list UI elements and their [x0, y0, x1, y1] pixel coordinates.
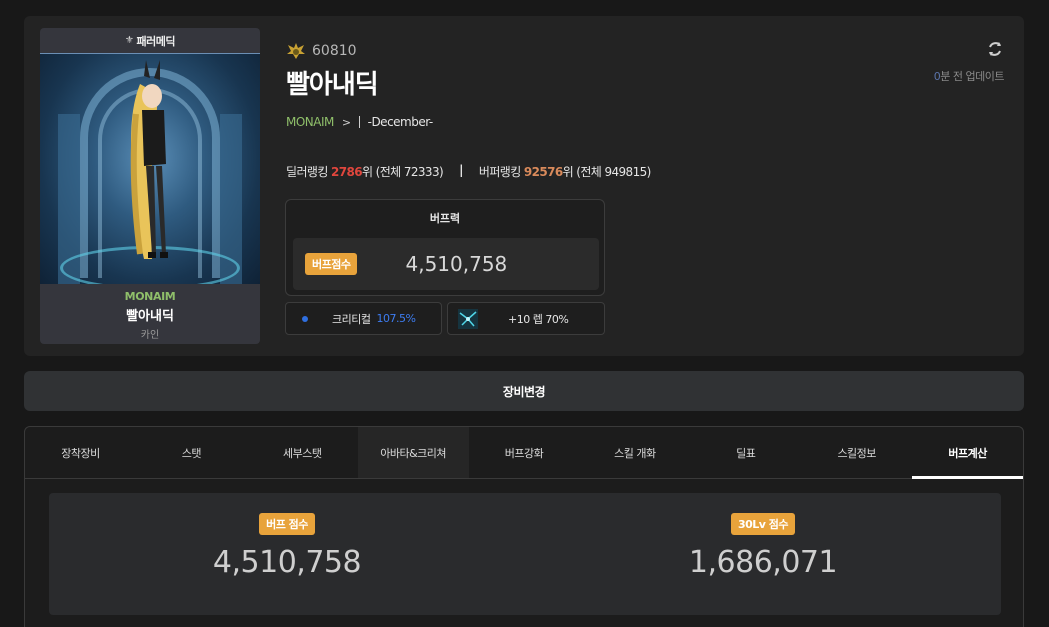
- character-badge-label: 패러메딕: [136, 34, 175, 48]
- buff-score-total: 4,510,758: [212, 545, 362, 580]
- dealer-ranking: 딜러랭킹 2786위 (전체 72333): [286, 163, 444, 180]
- crit-value: 107.5%: [376, 312, 416, 325]
- character-portrait: [40, 54, 260, 284]
- buff-score-badge: 버프점수: [305, 253, 358, 275]
- tab-buff-calc[interactable]: 버프계산: [912, 427, 1023, 479]
- last-updated-text: 분 전 업데이트: [940, 70, 1004, 83]
- buff-score-badge: 버프 점수: [259, 513, 315, 535]
- buffer-ranking: 버퍼랭킹 92576위 (전체 949815): [479, 163, 651, 180]
- ranking-divider: |: [459, 163, 463, 177]
- profile-card: ⚜ 패러메딕 MONAIM 빨아내딕 카인 60810 빨아내딕 MONAIM …: [24, 16, 1024, 356]
- character-info: 60810 빨아내딕 MONAIM > -December- 딜러랭킹 2786…: [286, 42, 651, 180]
- tab-damage-table[interactable]: 딜표: [690, 427, 801, 478]
- buff-score-value: 4,510,758: [405, 252, 508, 276]
- character-guild: MONAIM: [124, 290, 176, 303]
- character-card: ⚜ 패러메딕 MONAIM 빨아내딕 카인: [40, 28, 260, 344]
- tab-detail-stats[interactable]: 세부스탯: [247, 427, 358, 478]
- score-summary: 버프 점수 4,510,758 30Lv 점수 1,686,071: [49, 493, 1001, 615]
- lv30-score-total: 1,686,071: [688, 545, 838, 580]
- fame-value: 60810: [312, 43, 357, 59]
- guild-row: MONAIM > -December-: [286, 115, 651, 129]
- tab-buff-enhance[interactable]: 버프강화: [469, 427, 580, 478]
- guild-link[interactable]: MONAIM: [286, 115, 334, 129]
- character-name-label: 빨아내딕: [126, 309, 174, 324]
- character-class: 카인: [140, 330, 160, 341]
- tab-stats[interactable]: 스탯: [136, 427, 247, 478]
- character-name: 빨아내딕: [286, 70, 379, 100]
- buff-score-block: 버프 점수 4,510,758: [137, 513, 437, 580]
- divider: [358, 116, 360, 128]
- level-stat: +10 렙 70%: [447, 302, 605, 335]
- dealer-ranking-label: 딜러랭킹: [286, 165, 328, 179]
- last-updated: 0분 전 업데이트: [934, 68, 1005, 84]
- buffer-rank-suffix: 위 (전체 949815): [562, 165, 652, 179]
- refresh-area: 0분 전 업데이트: [934, 40, 1004, 84]
- buff-score-row: 버프점수 4,510,758: [293, 238, 599, 290]
- ranking-row: 딜러랭킹 2786위 (전체 72333) | 버퍼랭킹 92576위 (전체 …: [286, 163, 651, 180]
- crit-dot-icon: [302, 315, 308, 322]
- tab-panel: 장착장비 스탯 세부스탯 아바타&크리쳐 버프강화 스킬 개화 딜표 스킬정보 …: [24, 426, 1024, 627]
- chevron-right-icon: >: [341, 115, 351, 129]
- character-figure: [130, 60, 168, 259]
- adventure-name: -December-: [367, 115, 434, 129]
- level-text: +10 렙 70%: [508, 312, 569, 326]
- dealer-rank-suffix: 위 (전체 72333): [361, 165, 444, 179]
- refresh-icon[interactable]: [986, 40, 1004, 58]
- buffer-rank-value: 92576: [523, 165, 563, 179]
- critical-stat: 크리티컬 107.5%: [285, 302, 442, 335]
- tab-equipment[interactable]: 장착장비: [25, 427, 136, 478]
- tab-skill-info[interactable]: 스킬정보: [801, 427, 912, 478]
- character-badge: ⚜ 패러메딕: [40, 28, 260, 54]
- equip-change-button[interactable]: 장비변경: [24, 371, 1024, 411]
- buff-power-title: 버프력: [429, 212, 461, 225]
- fame-row: 60810: [286, 42, 651, 60]
- skill-icon: [458, 308, 478, 329]
- tab-skill-bloom[interactable]: 스킬 개화: [579, 427, 690, 478]
- buff-power-box: 버프력 버프점수 4,510,758: [285, 199, 605, 296]
- tab-avatar-creature[interactable]: 아바타&크리쳐: [357, 427, 469, 478]
- lv30-score-block: 30Lv 점수 1,686,071: [613, 513, 913, 580]
- wing-icon: ⚜: [125, 35, 134, 46]
- lv30-score-badge: 30Lv 점수: [730, 513, 796, 535]
- dealer-rank-value: 2786: [330, 165, 363, 179]
- crit-label: 크리티컬: [332, 312, 371, 326]
- tab-bar: 장착장비 스탯 세부스탯 아바타&크리쳐 버프강화 스킬 개화 딜표 스킬정보 …: [25, 427, 1023, 479]
- buffer-ranking-label: 버퍼랭킹: [478, 165, 521, 179]
- fame-icon: [287, 43, 305, 59]
